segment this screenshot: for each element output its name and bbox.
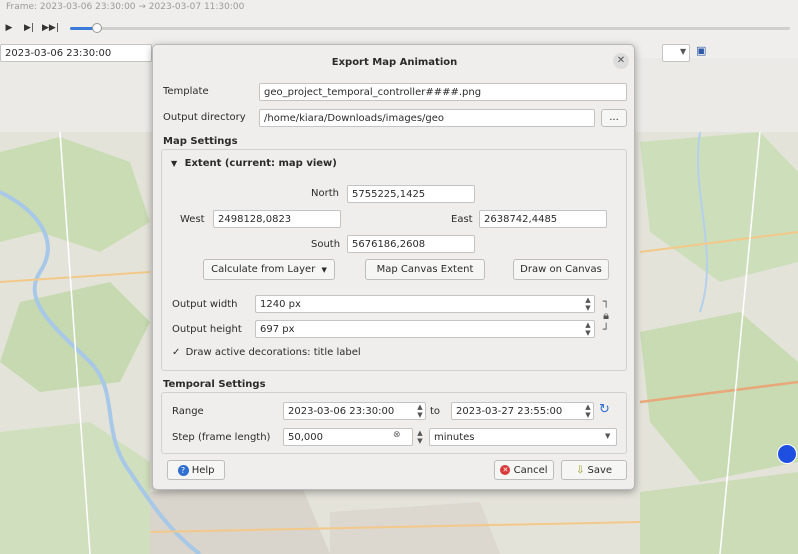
- template-label: Template: [163, 86, 209, 97]
- chevron-down-icon: ▼: [171, 159, 178, 168]
- draw-on-canvas-button[interactable]: Draw on Canvas: [513, 259, 609, 280]
- range-start-input[interactable]: 2023-03-06 23:30:00: [283, 402, 426, 420]
- dialog-title: Export Map Animation: [331, 57, 458, 68]
- west-label: West: [180, 214, 205, 225]
- export-map-animation-dialog: Export Map Animation ✕ Template geo_proj…: [152, 44, 635, 490]
- lock-aspect-ratio-icon[interactable]: ┐ 🔒︎ ┘: [599, 295, 613, 339]
- range-end-input[interactable]: 2023-03-27 23:55:00: [451, 402, 594, 420]
- output-height-label: Output height: [172, 324, 242, 335]
- help-label: Help: [191, 465, 215, 476]
- browse-button[interactable]: ...: [601, 109, 627, 127]
- template-input[interactable]: geo_project_temporal_controller####.png: [259, 83, 627, 101]
- east-input[interactable]: 2638742,4485: [479, 210, 607, 228]
- north-label: North: [311, 188, 339, 199]
- save-label: Save: [587, 465, 613, 476]
- next-frame-icon[interactable]: ▶|: [22, 22, 36, 34]
- temporal-settings-heading: Temporal Settings: [163, 379, 266, 390]
- range-label: Range: [172, 406, 204, 417]
- calculate-from-layer-button[interactable]: Calculate from Layer ▼: [203, 259, 335, 280]
- checkmark-icon: ✓: [172, 347, 181, 358]
- output-width-label: Output width: [172, 299, 238, 310]
- timeline-slider-handle[interactable]: [92, 23, 102, 33]
- output-directory-input[interactable]: /home/kiara/Downloads/images/geo: [259, 109, 595, 127]
- output-width-input[interactable]: 1240 px: [255, 295, 595, 313]
- chevron-down-icon[interactable]: ▼: [680, 47, 686, 56]
- save-icon: ⇩: [575, 465, 585, 476]
- spinbox-arrows-icon[interactable]: ▲ ▼: [415, 429, 425, 445]
- cancel-icon: ✕: [500, 465, 511, 475]
- start-datetime-field[interactable]: 2023-03-06 23:30:00: [0, 44, 152, 62]
- help-icon: ?: [177, 464, 189, 476]
- range-to-label: to: [430, 406, 441, 417]
- help-button[interactable]: ? Help: [167, 460, 225, 480]
- map-point-marker[interactable]: [777, 444, 797, 464]
- east-label: East: [451, 214, 473, 225]
- timeline-slider[interactable]: [70, 27, 790, 30]
- spinbox-arrows-icon[interactable]: ▲ ▼: [583, 403, 593, 419]
- extent-label: Extent (current: map view): [184, 158, 337, 169]
- draw-decorations-checkbox[interactable]: ✓ Draw active decorations: title label: [172, 347, 361, 358]
- frame-range-text: Frame: 2023-03-06 23:30:00 → 2023-03-07 …: [6, 2, 245, 12]
- spinbox-arrows-icon[interactable]: ▲ ▼: [415, 403, 425, 419]
- step-unit-select[interactable]: minutes: [429, 428, 617, 446]
- step-label: Step (frame length): [172, 432, 271, 443]
- cancel-label: Cancel: [513, 465, 548, 476]
- chevron-down-icon: ▼: [321, 266, 327, 274]
- step-unit-value: minutes: [434, 432, 475, 443]
- reset-range-icon[interactable]: ↻: [599, 402, 610, 418]
- draw-decorations-label: Draw active decorations: title label: [185, 347, 361, 358]
- skip-to-end-icon[interactable]: ▶▶|: [42, 22, 59, 34]
- extent-toggle[interactable]: ▼ Extent (current: map view): [171, 158, 337, 169]
- west-input[interactable]: 2498128,0823: [213, 210, 341, 228]
- output-height-input[interactable]: 697 px: [255, 320, 595, 338]
- chevron-down-icon[interactable]: ▼: [605, 432, 610, 440]
- map-canvas-extent-button[interactable]: Map Canvas Extent: [365, 259, 485, 280]
- save-button[interactable]: ⇩ Save: [561, 460, 627, 480]
- spinbox-arrows-icon[interactable]: ▲ ▼: [583, 321, 593, 337]
- spinbox-arrows-icon[interactable]: ▲ ▼: [583, 296, 593, 312]
- output-directory-label: Output directory: [163, 112, 246, 123]
- floppy-save-icon[interactable]: ▣: [696, 44, 706, 57]
- south-input[interactable]: 5676186,2608: [347, 235, 475, 253]
- cancel-button[interactable]: ✕ Cancel: [494, 460, 554, 480]
- calculate-from-layer-label: Calculate from Layer: [211, 264, 316, 275]
- north-input[interactable]: 5755225,1425: [347, 185, 475, 203]
- map-settings-heading: Map Settings: [163, 136, 238, 147]
- clear-icon[interactable]: ⊗: [393, 430, 401, 440]
- play-icon[interactable]: ▶: [2, 22, 16, 34]
- south-label: South: [311, 239, 341, 250]
- close-icon[interactable]: ✕: [613, 53, 629, 69]
